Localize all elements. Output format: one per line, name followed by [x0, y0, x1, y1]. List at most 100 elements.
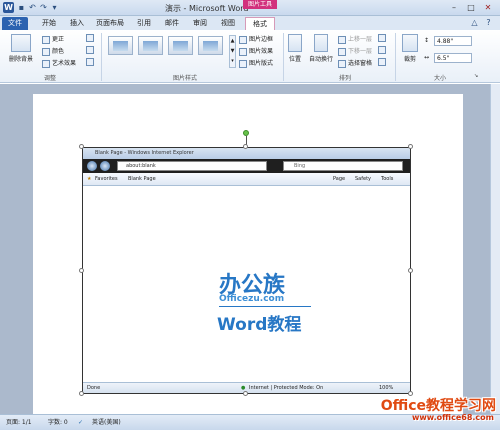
- page-count[interactable]: 页面: 1/1: [6, 415, 32, 430]
- picture-effects-button[interactable]: 图片效果: [239, 46, 273, 56]
- help-icon[interactable]: ?: [484, 18, 493, 27]
- remove-background-label: 删除背景: [8, 56, 33, 63]
- reset-picture-icon[interactable]: [86, 58, 94, 66]
- tab-home[interactable]: 开始: [38, 17, 60, 30]
- picture-border-label: 图片边框: [249, 36, 274, 43]
- ie-tools-menu: Tools: [381, 176, 394, 182]
- tab-page-layout[interactable]: 页面布局: [94, 17, 126, 30]
- logo-sub-text: Officezu.com: [219, 294, 285, 304]
- picture-effects-label: 图片效果: [249, 48, 274, 55]
- height-icon: ↕: [424, 37, 430, 44]
- group-divider: [101, 33, 102, 81]
- size-group-label: 大小: [433, 75, 446, 82]
- corrections-icon: [42, 35, 50, 44]
- picture-style-thumb[interactable]: [168, 36, 193, 55]
- maximize-icon[interactable]: □: [463, 2, 479, 13]
- window-title: 演示 - Microsoft Word: [165, 4, 249, 13]
- ribbon: 删除背景 更正 颜色 艺术效果 调整 ▲ ▼ ▾ 图片边框 图片效果 图片版式 图片…: [0, 30, 500, 83]
- selected-picture[interactable]: Blank Page - Windows Internet Explorer a…: [82, 147, 411, 394]
- wrap-text-button[interactable]: 自动换行: [306, 34, 336, 63]
- rotation-handle[interactable]: [243, 130, 249, 136]
- crop-label: 裁剪: [403, 56, 416, 63]
- corrections-label: 更正: [52, 36, 65, 43]
- size-dialog-launcher-icon[interactable]: ↘: [474, 73, 478, 79]
- bring-forward-icon: [338, 35, 346, 44]
- align-icon[interactable]: [378, 34, 386, 42]
- send-backward-button[interactable]: 下移一层: [338, 46, 372, 56]
- minimize-ribbon-icon[interactable]: △: [470, 18, 479, 27]
- picture-style-thumb[interactable]: [108, 36, 133, 55]
- tab-format[interactable]: 格式: [245, 17, 275, 30]
- picture-layout-button[interactable]: 图片版式: [239, 58, 273, 68]
- ie-title-bar: Blank Page - Windows Internet Explorer: [83, 148, 410, 159]
- bring-forward-button[interactable]: 上移一层: [338, 34, 372, 44]
- title-bar: W ▪ ↶ ↷ ▾ 演示 - Microsoft Word 图片工具 – □ ✕: [0, 0, 500, 16]
- close-icon[interactable]: ✕: [480, 2, 496, 13]
- ie-content-area: 办公族 Officezu.com Word教程: [83, 186, 410, 382]
- ie-navigation-bar: about:blank Bing: [83, 159, 410, 173]
- position-button[interactable]: 位置: [286, 34, 304, 63]
- resize-handle-bottom-left[interactable]: [79, 391, 84, 396]
- artistic-effects-label: 艺术效果: [52, 60, 77, 67]
- ie-safety-menu: Safety: [355, 176, 371, 182]
- selection-pane-icon: [338, 59, 346, 68]
- height-field[interactable]: 4.88": [434, 36, 472, 46]
- bring-forward-label: 上移一层: [348, 36, 373, 43]
- vertical-scrollbar[interactable]: [490, 84, 500, 414]
- resize-handle-top[interactable]: [243, 144, 248, 149]
- width-field[interactable]: 6.5": [434, 53, 472, 63]
- redo-icon[interactable]: ↷: [39, 3, 48, 12]
- picture-border-button[interactable]: 图片边框: [239, 34, 273, 44]
- change-picture-icon[interactable]: [86, 46, 94, 54]
- resize-handle-right[interactable]: [408, 268, 413, 273]
- crop-icon: [402, 34, 418, 52]
- ie-page-menu: Page: [333, 176, 346, 182]
- adjust-group-label: 调整: [43, 75, 56, 82]
- tab-review[interactable]: 审阅: [190, 17, 210, 30]
- resize-handle-bottom[interactable]: [243, 391, 248, 396]
- corrections-button[interactable]: 更正: [42, 34, 64, 44]
- tab-view[interactable]: 视图: [218, 17, 238, 30]
- tab-file[interactable]: 文件: [2, 17, 28, 30]
- resize-handle-left[interactable]: [79, 268, 84, 273]
- color-button[interactable]: 颜色: [42, 46, 64, 56]
- word-count[interactable]: 字数: 0: [48, 415, 68, 430]
- compress-pictures-icon[interactable]: [86, 34, 94, 42]
- favorites-star-icon: ★: [87, 176, 92, 182]
- tab-mailings[interactable]: 邮件: [162, 17, 182, 30]
- picture-style-thumb[interactable]: [198, 36, 223, 55]
- proofing-icon[interactable]: ✓: [78, 415, 83, 430]
- picture-border-icon: [239, 35, 247, 44]
- group-divider: [395, 33, 396, 81]
- resize-handle-top-right[interactable]: [408, 144, 413, 149]
- language-indicator[interactable]: 英语(美国): [92, 415, 121, 430]
- qat-customize-icon[interactable]: ▾: [50, 3, 59, 12]
- back-icon: [87, 161, 97, 171]
- wrap-text-icon: [314, 34, 328, 52]
- remove-background-button[interactable]: 删除背景: [4, 34, 38, 63]
- ie-search-box: Bing: [283, 161, 403, 171]
- crop-button[interactable]: 裁剪: [399, 34, 421, 63]
- tab-references[interactable]: 引用: [134, 17, 154, 30]
- word-app-icon[interactable]: W: [3, 2, 14, 13]
- picture-layout-label: 图片版式: [249, 60, 274, 67]
- artistic-effects-icon: [42, 59, 50, 68]
- rotate-icon[interactable]: [378, 58, 386, 66]
- tab-insert[interactable]: 插入: [66, 17, 88, 30]
- picture-style-thumb[interactable]: [138, 36, 163, 55]
- forward-icon: [100, 161, 110, 171]
- logo-word-text: Word教程: [217, 315, 302, 335]
- group-icon[interactable]: [378, 46, 386, 54]
- gallery-scroll[interactable]: ▲ ▼ ▾: [229, 35, 236, 68]
- undo-icon[interactable]: ↶: [28, 3, 37, 12]
- selection-pane-button[interactable]: 选择窗格: [338, 58, 372, 68]
- ie-address-bar: about:blank: [117, 161, 267, 171]
- save-icon[interactable]: ▪: [17, 3, 26, 12]
- arrange-group-label: 排列: [338, 75, 351, 82]
- resize-handle-top-left[interactable]: [79, 144, 84, 149]
- color-label: 颜色: [52, 48, 65, 55]
- minimize-icon[interactable]: –: [446, 2, 462, 13]
- artistic-effects-button[interactable]: 艺术效果: [42, 58, 76, 68]
- ie-title: Blank Page - Windows Internet Explorer: [95, 150, 194, 156]
- selection-pane-label: 选择窗格: [348, 60, 373, 67]
